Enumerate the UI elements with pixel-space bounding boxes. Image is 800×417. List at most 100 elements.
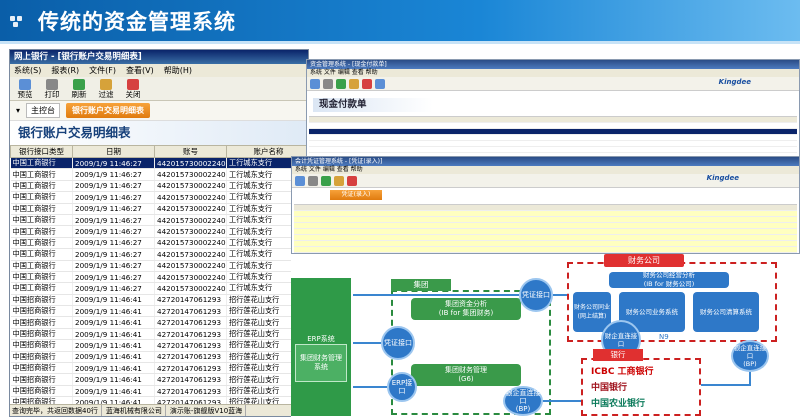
preview-button[interactable]: 预览	[13, 78, 37, 99]
tab-voucher[interactable]: 凭证(录入)	[330, 190, 382, 200]
menu-report[interactable]: 报表(R)	[51, 64, 79, 77]
finance-n9-label: N9	[659, 333, 669, 341]
arrow-line	[701, 384, 751, 386]
table-row[interactable]: 中国招商银行2009/1/9 11:46:4142720147061293招行莲…	[10, 316, 308, 329]
table-cell: 2009/1/9 11:46:41	[72, 373, 155, 386]
table-row[interactable]: 中国招商银行2009/1/9 11:46:4142720147061293招行莲…	[10, 373, 308, 386]
table-row[interactable]: 中国工商银行 2009/1/9 11:46:27 442015730002240 工行…	[10, 248, 308, 261]
table-row[interactable]: 中国工商银行 2009/1/9 11:46:27 442015730002240 工行…	[10, 214, 308, 227]
close-button[interactable]: 关闭	[121, 78, 145, 99]
table-cell: 中国工商银行	[10, 225, 73, 238]
table-row[interactable]: 中国工商银行 2009/1/9 11:46:27 442015730002240 工行…	[10, 271, 308, 284]
table-row[interactable]: 中国工商银行 2009/1/9 11:46:27 4420157300022​40 工…	[10, 157, 308, 170]
table-row[interactable]: 中国招商银行 2009/1/9 11:46:41 427201470612​93 招行…	[10, 294, 308, 307]
table-row[interactable]: 中国工商银行 2009/1/9 11:46:27 442015730002240 工行…	[10, 237, 308, 250]
tool-icon[interactable]	[375, 79, 385, 89]
tool-icon[interactable]	[308, 176, 318, 186]
table-cell: 442015730002240	[154, 248, 227, 261]
table-cell: 442015730002240	[154, 180, 227, 193]
table-row[interactable]: 中国工商银行 2009/1/9 11:46:27 442015730002240 工行…	[10, 191, 308, 204]
table-cell: 中国招商银行	[10, 316, 73, 329]
finance-company-label: 财务公司	[604, 254, 684, 267]
refresh-icon	[73, 79, 85, 90]
tool-icon[interactable]	[347, 176, 357, 186]
table-cell: 442015730002240	[154, 282, 227, 295]
voucher-window: 会计凭证管理系统 - [凭证(录入)] 系统 文件 编辑 查看 帮助 Kingd…	[291, 156, 800, 254]
arrow-line	[353, 342, 381, 344]
abc-logo: 中国农业银行	[591, 399, 646, 409]
table-cell: 442015730002240	[154, 191, 227, 204]
status-company: 蓝海机械有限公司	[106, 405, 166, 416]
table-cell: 2009/1/9 11:46:41	[72, 385, 155, 398]
kingdee-logo: Kingdee	[706, 174, 739, 182]
arrow-line	[353, 294, 519, 296]
table-cell: 442015730002240	[154, 237, 227, 250]
menu-system[interactable]: 系统(S)	[14, 64, 41, 77]
table-cell: 中国招商银行	[10, 385, 73, 398]
window-title: 会计凭证管理系统 - [凭证(录入)]	[292, 157, 799, 166]
table-cell: 2009/1/9 11:46:41	[72, 351, 155, 364]
tool-icon[interactable]	[334, 176, 344, 186]
table-row[interactable]: 中国工商银行 2009/1/9 11:46:27 442015730002240 工行…	[10, 282, 308, 295]
tool-icon[interactable]	[323, 79, 333, 89]
erp-system-box: ERP系统 集团财务管理系统	[291, 278, 351, 416]
table-row[interactable]: 中国工商银行 2009/1/9 11:46:27 442015730002240 工行…	[10, 225, 308, 238]
table-cell: 中国工商银行	[10, 237, 73, 250]
filter-button[interactable]: 过滤	[94, 78, 118, 99]
tab-bank-transactions[interactable]: 银行账户交易明细表	[66, 103, 151, 118]
preview-icon	[19, 79, 31, 90]
table-cell: 2009/1/9 11:46:41	[72, 339, 155, 352]
table-cell: 2009/1/9 11:46:41	[72, 328, 155, 341]
table-cell: 2009/1/9 11:46:27	[72, 180, 155, 193]
payment-grid	[309, 116, 797, 159]
table-row[interactable]: 中国招商银行2009/1/9 11:46:4142720147061293招行莲…	[10, 328, 308, 341]
table-cell: 中国工商银行	[10, 157, 73, 170]
icbc-logo: ICBC 工商银行	[591, 367, 654, 377]
cash-payment-window: 资金管理系统 - [现金付款单] 系统 文件 编辑 查看 帮助 Kingdee …	[306, 59, 800, 167]
tool-icon[interactable]	[310, 79, 320, 89]
tool-icon[interactable]	[295, 176, 305, 186]
home-tab[interactable]: 主控台	[26, 103, 61, 118]
page-title: 银行账户交易明细表	[10, 121, 308, 145]
table-row[interactable]: 中国工商银行 2009/1/9 11:46:27 442015730002240 工行…	[10, 260, 308, 272]
refresh-button[interactable]: 刷新	[67, 78, 91, 99]
table-cell: 中国工商银行	[10, 214, 73, 227]
table-cell: 2009/1/9 11:46:41	[72, 305, 155, 318]
table-cell: 4420157300022​40	[154, 157, 227, 170]
tool-icon[interactable]	[362, 79, 372, 89]
table-cell: 42720147061293	[154, 373, 227, 386]
table-cell: 2009/1/9 11:46:27	[72, 237, 155, 250]
close-icon	[127, 79, 139, 90]
table-row[interactable]: 中国工商银行 2009/1/9 11:46:27 442015730002240 工行…	[10, 180, 308, 193]
table-cell: 2009/1/9 11:46:27	[72, 248, 155, 261]
table-row[interactable]: 中国招商银行2009/1/9 11:46:4142720147061293招行莲…	[10, 362, 308, 375]
table-row[interactable]: 中国工商银行 2009/1/9 11:46:27 442015730002240 工行…	[10, 168, 308, 181]
column-header[interactable]: 账号	[154, 145, 227, 158]
print-button[interactable]: 打印	[40, 78, 64, 99]
finance-analysis-box: 财务公司经营分析 (IB for 财务公司)	[609, 271, 729, 288]
bank-label: 银行	[593, 349, 643, 361]
menu-help[interactable]: 帮助(H)	[164, 64, 192, 77]
column-header[interactable]: 银行接口类型	[10, 145, 73, 158]
table-row[interactable]: 中国招商银行2009/1/9 11:46:4142720147061293招行莲…	[10, 351, 308, 364]
tool-icon[interactable]	[321, 176, 331, 186]
menu-view[interactable]: 查看(V)	[126, 64, 154, 77]
table-row[interactable]: 中国招商银行2009/1/9 11:46:4142720147061293招行莲…	[10, 385, 308, 398]
tool-icon[interactable]	[336, 79, 346, 89]
boc-logo: 中国银行	[591, 383, 628, 393]
table-row[interactable]: 中国招商银行2009/1/9 11:46:4142720147061293招行莲…	[10, 305, 308, 318]
window-title: 资金管理系统 - [现金付款单]	[307, 60, 799, 69]
table-cell: 2009/1/9 11:46:27	[72, 260, 155, 272]
tool-icon[interactable]	[349, 79, 359, 89]
menu-file[interactable]: 文件(F)	[89, 64, 116, 77]
table-cell: 2009/1/9 11:46:27	[72, 225, 155, 238]
table-row[interactable]: 中国招商银行2009/1/9 11:46:4142720147061293招行莲…	[10, 339, 308, 352]
table-cell: 442015730002240	[154, 271, 227, 284]
arrow-line	[749, 372, 751, 386]
arrow-line	[543, 400, 581, 402]
column-header[interactable]: 日期	[72, 145, 155, 158]
status-bar: 查询完毕，共返回数据40行 蓝海机械有限公司 演示账-旗舰版V10蓝海	[10, 404, 308, 416]
chevron-down-icon[interactable]: ▾	[16, 106, 20, 115]
table-row[interactable]: 中国工商银行 2009/1/9 11:46:27 442015730002240 工行…	[10, 203, 308, 215]
table-cell: 42720147061293	[154, 316, 227, 329]
